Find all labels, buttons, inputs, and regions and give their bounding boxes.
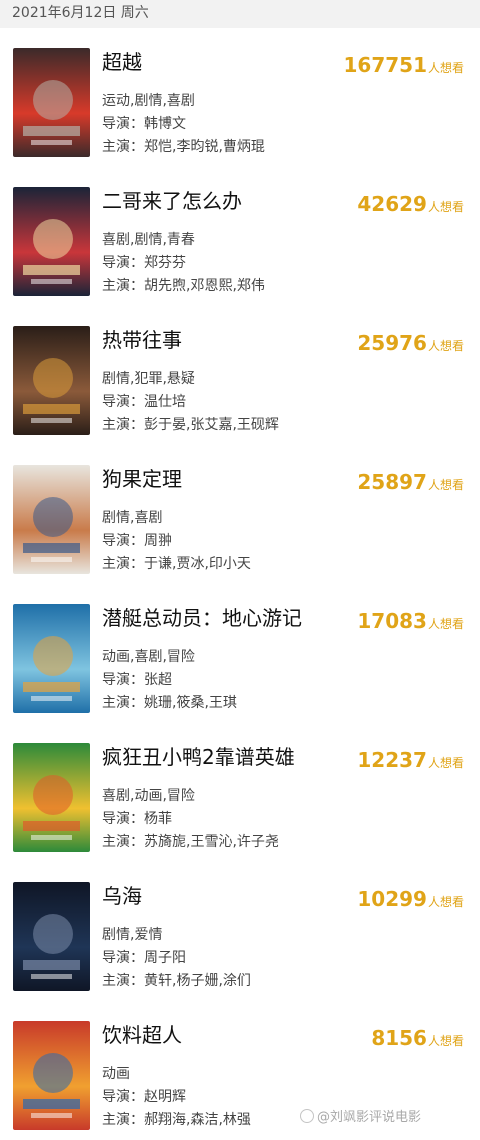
want-to-watch: 167751人想看 (343, 54, 464, 76)
movie-poster[interactable] (13, 48, 90, 157)
want-count: 42629 (357, 192, 427, 216)
weibo-icon (300, 1109, 314, 1123)
want-to-watch: 17083人想看 (357, 610, 464, 632)
movie-title[interactable]: 二哥来了怎么办 (102, 189, 242, 213)
want-unit: 人想看 (427, 339, 464, 353)
movie-director: 导演：周子阳 (102, 950, 186, 966)
movie-genre: 剧情,爱情 (102, 927, 163, 943)
movie-title[interactable]: 超越 (102, 50, 142, 74)
watermark-text: @刘飒影评说电影 (317, 1110, 422, 1125)
movie-genre: 喜剧,剧情,青春 (102, 232, 195, 248)
movie-item[interactable]: 疯狂丑小鸭2靠谱英雄 12237人想看 喜剧,动画,冒险 导演：杨菲 主演：苏旖… (0, 723, 480, 862)
want-unit: 人想看 (427, 61, 464, 75)
movie-poster[interactable] (13, 465, 90, 574)
want-count: 17083 (357, 609, 427, 633)
want-unit: 人想看 (427, 756, 464, 770)
movie-item[interactable]: 超越 167751人想看 运动,剧情,喜剧 导演：韩博文 主演：郑恺,李昀锐,曹… (0, 28, 480, 167)
want-unit: 人想看 (427, 1034, 464, 1048)
want-to-watch: 12237人想看 (357, 749, 464, 771)
movie-poster[interactable] (13, 882, 90, 991)
movie-genre: 运动,剧情,喜剧 (102, 93, 195, 109)
movie-item[interactable]: 乌海 10299人想看 剧情,爱情 导演：周子阳 主演：黄轩,杨子姗,涂们 (0, 862, 480, 1001)
want-to-watch: 8156人想看 (371, 1027, 464, 1049)
movie-title[interactable]: 狗果定理 (102, 467, 182, 491)
want-count: 25897 (357, 470, 427, 494)
movie-poster[interactable] (13, 604, 90, 713)
movie-director: 导演：张超 (102, 672, 172, 688)
movie-director: 导演：杨菲 (102, 811, 172, 827)
movie-cast: 主演：于谦,贾冰,印小天 (102, 556, 251, 572)
movie-poster[interactable] (13, 743, 90, 852)
movie-item[interactable]: 二哥来了怎么办 42629人想看 喜剧,剧情,青春 导演：郑芬芬 主演：胡先煦,… (0, 167, 480, 306)
movie-cast: 主演：郑恺,李昀锐,曹炳琨 (102, 139, 265, 155)
date-header: 2021年6月12日 周六 (12, 5, 149, 21)
movie-poster[interactable] (13, 1021, 90, 1130)
want-to-watch: 25976人想看 (357, 332, 464, 354)
movie-cast: 主演：姚珊,筱桑,王琪 (102, 695, 237, 711)
want-count: 12237 (357, 748, 427, 772)
movie-cast: 主演：黄轩,杨子姗,涂们 (102, 973, 251, 989)
movie-cast: 主演：胡先煦,邓恩熙,郑伟 (102, 278, 265, 294)
movie-cast: 主演：苏旖旎,王雪沁,许子尧 (102, 834, 279, 850)
movie-genre: 动画 (102, 1066, 130, 1082)
movie-genre: 剧情,喜剧 (102, 510, 163, 526)
watermark: @刘飒影评说电影 (300, 1106, 421, 1125)
movie-director: 导演：郑芬芬 (102, 255, 186, 271)
movie-title[interactable]: 热带往事 (102, 328, 182, 352)
movie-director: 导演：赵明辉 (102, 1089, 186, 1105)
want-count: 8156 (371, 1026, 427, 1050)
want-unit: 人想看 (427, 617, 464, 631)
movie-director: 导演：韩博文 (102, 116, 186, 132)
movie-genre: 动画,喜剧,冒险 (102, 649, 195, 665)
movie-item[interactable]: 潜艇总动员：地心游记 17083人想看 动画,喜剧,冒险 导演：张超 主演：姚珊… (0, 584, 480, 723)
movie-poster[interactable] (13, 326, 90, 435)
want-count: 167751 (343, 53, 427, 77)
want-to-watch: 42629人想看 (357, 193, 464, 215)
want-count: 25976 (357, 331, 427, 355)
movie-director: 导演：温仕培 (102, 394, 186, 410)
want-unit: 人想看 (427, 200, 464, 214)
movie-director: 导演：周翀 (102, 533, 172, 549)
movie-genre: 喜剧,动画,冒险 (102, 788, 195, 804)
movie-cast: 主演：郝翔海,森洁,林强 (102, 1112, 251, 1128)
movie-item[interactable]: 热带往事 25976人想看 剧情,犯罪,悬疑 导演：温仕培 主演：彭于晏,张艾嘉… (0, 306, 480, 445)
movie-item[interactable]: 狗果定理 25897人想看 剧情,喜剧 导演：周翀 主演：于谦,贾冰,印小天 (0, 445, 480, 584)
movie-title[interactable]: 饮料超人 (102, 1023, 182, 1047)
movie-poster[interactable] (13, 187, 90, 296)
want-unit: 人想看 (427, 478, 464, 492)
movie-title[interactable]: 疯狂丑小鸭2靠谱英雄 (102, 745, 295, 769)
want-to-watch: 10299人想看 (357, 888, 464, 910)
want-count: 10299 (357, 887, 427, 911)
want-to-watch: 25897人想看 (357, 471, 464, 493)
movie-title[interactable]: 潜艇总动员：地心游记 (102, 606, 302, 630)
movie-cast: 主演：彭于晏,张艾嘉,王砚辉 (102, 417, 279, 433)
movie-genre: 剧情,犯罪,悬疑 (102, 371, 195, 387)
want-unit: 人想看 (427, 895, 464, 909)
movie-title[interactable]: 乌海 (102, 884, 142, 908)
date-header-bar: 2021年6月12日 周六 (0, 0, 480, 28)
